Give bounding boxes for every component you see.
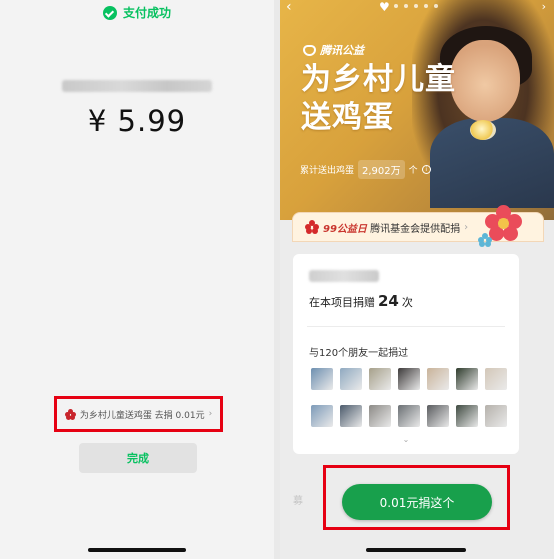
wechat-check-icon	[102, 5, 117, 20]
partner-text: 99公益日 腾讯基金会提供配捐	[323, 220, 460, 235]
donation-count-prefix: 在本项目捐赠	[309, 296, 375, 309]
donate-link-text: 为乡村儿童送鸡蛋 去捐 0.01元	[79, 410, 205, 421]
screenshot-root: 支付成功 ¥ 5.99 为乡村儿童送鸡蛋 去捐 0.01元 › 完成 ‹ ♥ ›…	[0, 0, 554, 559]
merchant-name-blurred	[62, 80, 212, 92]
friend-avatar[interactable]	[340, 405, 362, 427]
flower-icon	[64, 408, 76, 420]
payment-success-screen: 支付成功 ¥ 5.99 为乡村儿童送鸡蛋 去捐 0.01元 › 完成	[0, 0, 274, 559]
info-icon[interactable]: i	[421, 165, 431, 174]
tencent-charity-logo-icon	[303, 44, 316, 56]
friend-avatar[interactable]	[311, 368, 333, 390]
stat-unit: 个	[408, 166, 418, 176]
tencent-charity-brand: 腾讯公益	[303, 42, 364, 58]
project-banner: ‹ ♥ › 腾讯公益 为乡村儿童 送鸡蛋 累计送出鸡蛋 2,902万 个 i	[280, 0, 554, 220]
payment-amount: ¥ 5.99	[87, 104, 187, 138]
chevron-down-icon[interactable]: ⌄	[293, 435, 519, 444]
partner-tag: 99公益日	[323, 223, 367, 235]
project-title-line2: 送鸡蛋	[301, 100, 394, 135]
friend-avatar[interactable]	[369, 405, 391, 427]
donate-button[interactable]: 0.01元捐这个	[342, 484, 492, 520]
payment-status-text: 支付成功	[122, 6, 171, 20]
eggs-donated-stat: 累计送出鸡蛋 2,902万 个 i	[300, 160, 431, 179]
ghost-text: 募	[293, 496, 303, 507]
charity-project-screen: ‹ ♥ › 腾讯公益 为乡村儿童 送鸡蛋 累计送出鸡蛋 2,902万 个 i 9…	[280, 0, 554, 559]
top-nav: ‹ ♥ ›	[280, 0, 554, 16]
friend-avatars	[311, 368, 511, 427]
friend-avatar[interactable]	[456, 368, 478, 390]
back-arrow-icon[interactable]: ‹	[286, 0, 292, 14]
share-icon[interactable]: ›	[542, 0, 546, 13]
banner-photo-girl-face	[450, 40, 520, 122]
chevron-right-icon: ›	[464, 221, 469, 233]
partner-desc: 腾讯基金会提供配捐	[370, 223, 461, 235]
brand-name: 腾讯公益	[320, 44, 364, 57]
friends-donated-label: 与120个朋友一起捐过	[309, 348, 409, 359]
project-title-line1: 为乡村儿童	[301, 62, 456, 97]
home-indicator	[88, 548, 186, 552]
donation-count: 在本项目捐赠 24 次	[309, 292, 413, 310]
friend-avatar[interactable]	[485, 368, 507, 390]
friend-avatar[interactable]	[369, 368, 391, 390]
user-name-blurred	[309, 270, 379, 282]
donation-count-number: 24	[378, 292, 399, 310]
friend-avatar[interactable]	[456, 405, 478, 427]
friend-avatar[interactable]	[427, 368, 449, 390]
banner-photo-egg	[470, 120, 496, 140]
heart-icon[interactable]: ♥	[379, 1, 390, 13]
decorative-blue-flower-icon	[478, 233, 492, 247]
donate-link[interactable]: 为乡村儿童送鸡蛋 去捐 0.01元 ›	[54, 396, 223, 432]
home-indicator	[366, 548, 466, 552]
payment-status: 支付成功	[0, 4, 274, 21]
stat-label: 累计送出鸡蛋	[300, 166, 355, 176]
divider	[307, 326, 505, 327]
friend-avatar[interactable]	[340, 368, 362, 390]
flower-icon	[305, 220, 319, 234]
friend-avatar[interactable]	[311, 405, 333, 427]
done-button[interactable]: 完成	[79, 443, 197, 473]
my-donation-card: 在本项目捐赠 24 次 与120个朋友一起捐过 ⌄	[293, 254, 519, 454]
donation-count-unit: 次	[401, 296, 413, 309]
friend-avatar[interactable]	[398, 368, 420, 390]
carousel-dots	[394, 4, 438, 8]
chevron-right-icon: ›	[208, 409, 213, 419]
friend-avatar[interactable]	[398, 405, 420, 427]
friend-avatar[interactable]	[485, 405, 507, 427]
stat-value: 2,902万	[358, 160, 405, 179]
friend-avatar[interactable]	[427, 405, 449, 427]
